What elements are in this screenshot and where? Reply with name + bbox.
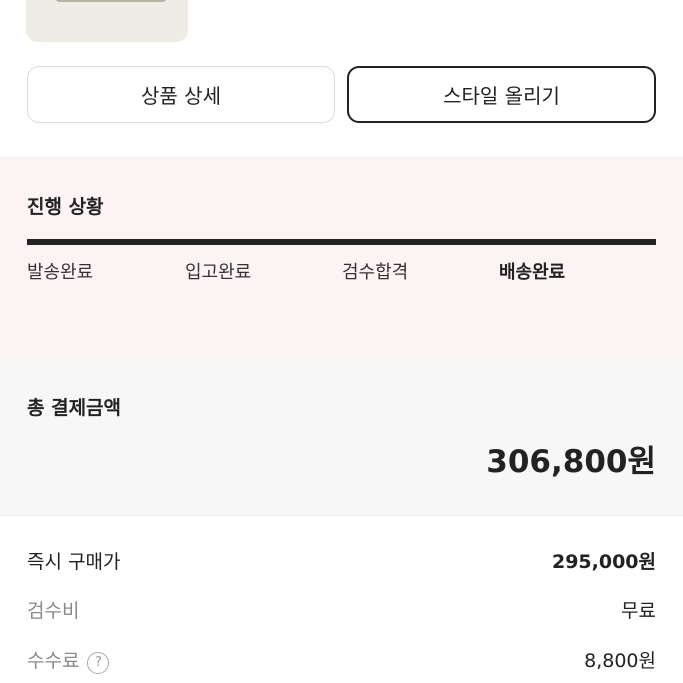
commission-row: 수수료? 8,800원 bbox=[27, 646, 656, 676]
upload-style-button[interactable]: 스타일 올리기 bbox=[347, 66, 656, 123]
instant-purchase-label: 즉시 구매가 bbox=[27, 551, 121, 573]
step-warehoused: 입고완료 bbox=[185, 262, 252, 283]
commission-label: 수수료 bbox=[27, 650, 80, 672]
progress-bar bbox=[27, 239, 656, 245]
product-thumbnail[interactable] bbox=[26, 0, 188, 42]
total-payment-amount: 306,800원 bbox=[486, 444, 656, 480]
commission-value: 8,800원 bbox=[584, 650, 656, 672]
commission-label-wrap: 수수료? bbox=[27, 646, 110, 674]
instant-purchase-value: 295,000원 bbox=[551, 551, 656, 573]
inspection-fee-value: 무료 bbox=[621, 600, 656, 622]
instant-purchase-row: 즉시 구매가 295,000원 bbox=[27, 547, 656, 577]
step-inspection-passed: 검수합격 bbox=[342, 262, 409, 283]
step-delivered: 배송완료 bbox=[499, 262, 566, 283]
progress-title: 진행 상황 bbox=[27, 196, 104, 218]
question-circle-icon[interactable]: ? bbox=[87, 652, 110, 674]
inspection-fee-label: 검수비 bbox=[27, 600, 80, 622]
progress-section: 진행 상황 발송완료 입고완료 검수합격 배송완료 bbox=[0, 157, 683, 362]
inspection-fee-row: 검수비 무료 bbox=[27, 596, 656, 626]
product-detail-button[interactable]: 상품 상세 bbox=[27, 66, 335, 123]
product-image bbox=[56, 0, 166, 2]
total-payment-section: 총 결제금액 306,800원 bbox=[0, 360, 683, 516]
step-shipped: 발송완료 bbox=[27, 262, 94, 283]
total-payment-label: 총 결제금액 bbox=[27, 397, 122, 419]
